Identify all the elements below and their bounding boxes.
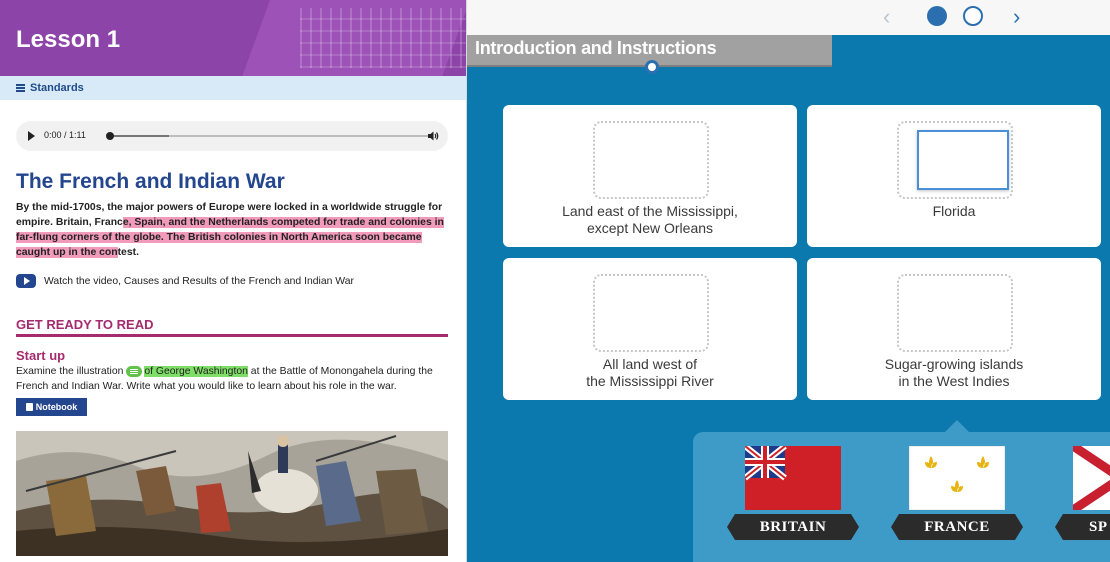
start-up-text: Examine the illustration: [16, 366, 127, 377]
territory-card-1: Land east of the Mississippi, except New…: [503, 105, 797, 247]
next-slide-icon[interactable]: ›: [1013, 6, 1020, 28]
france-label: FRANCE: [891, 514, 1023, 540]
territory-card-4: Sugar-growing islands in the West Indies: [807, 258, 1101, 400]
drop-zone-active[interactable]: [897, 121, 1013, 199]
territory-card-2: Florida: [807, 105, 1101, 247]
notebook-button[interactable]: Notebook: [16, 398, 87, 416]
drop-zone[interactable]: [593, 274, 709, 352]
drop-zone[interactable]: [897, 274, 1013, 352]
intro-paragraph: By the mid-1700s, the major powers of Eu…: [16, 200, 446, 260]
territory-label: Land east of the Mississippi, except New…: [562, 203, 738, 236]
get-ready-heading: GET READY TO READ: [16, 317, 448, 337]
banner-marker[interactable]: [645, 60, 659, 74]
banner-title: Introduction and Instructions: [475, 38, 717, 58]
slide-nav: ‹ ›: [467, 0, 1110, 35]
start-up-heading: Start up: [16, 348, 66, 363]
audio-player: 0:00 / 1:11: [16, 121, 448, 151]
audio-scrubber[interactable]: [106, 132, 114, 140]
tray-notch: [945, 420, 969, 432]
intro-text-end: test.: [117, 247, 139, 258]
video-link[interactable]: Watch the video, Causes and Results of t…: [16, 273, 354, 289]
audio-time: 0:00 / 1:11: [44, 130, 86, 140]
territory-label: Sugar-growing islands in the West Indies: [884, 356, 1024, 389]
territory-label: All land west of the Mississippi River: [586, 356, 714, 389]
standards-bar: Standards: [0, 76, 466, 100]
france-flag[interactable]: [909, 446, 1005, 510]
start-up-highlight[interactable]: of George Washington: [144, 366, 248, 377]
notebook-icon: [25, 403, 33, 411]
lesson-header: Lesson 1: [0, 0, 466, 76]
britain-flag[interactable]: [745, 446, 841, 510]
territory-card-3: All land west of the Mississippi River: [503, 258, 797, 400]
previous-slide-icon[interactable]: ‹: [883, 6, 890, 28]
page-title: The French and Indian War: [16, 170, 285, 193]
slide-dot-2[interactable]: [963, 6, 983, 26]
audio-buffer: [109, 135, 169, 137]
standards-link[interactable]: Standards: [16, 82, 84, 94]
play-icon[interactable]: [28, 131, 35, 141]
annotation-note-icon[interactable]: [126, 365, 143, 377]
lesson-panel: Lesson 1 Standards 0:00 / 1:11 The Frenc…: [0, 0, 467, 562]
standards-label: Standards: [30, 82, 84, 94]
battle-illustration: [16, 431, 448, 556]
header-pattern-lines: [300, 8, 466, 68]
slide-dot-1[interactable]: [927, 6, 947, 26]
list-icon: [16, 84, 25, 92]
territory-label: Florida: [932, 203, 976, 219]
volume-icon[interactable]: [427, 130, 439, 142]
start-up-paragraph: Examine the illustration of George Washi…: [16, 364, 446, 394]
spain-label: SP: [1055, 514, 1110, 540]
illustration-art: [16, 431, 448, 556]
drop-zone[interactable]: [593, 121, 709, 199]
activity-panel: ‹ › Introduction and Instructions Land e…: [467, 0, 1110, 562]
spain-flag[interactable]: [1073, 446, 1110, 510]
video-play-icon[interactable]: [16, 274, 36, 288]
britain-label: BRITAIN: [727, 514, 859, 540]
notebook-label: Notebook: [35, 402, 78, 412]
lesson-title: Lesson 1: [16, 26, 121, 53]
video-link-label[interactable]: Watch the video, Causes and Results of t…: [44, 276, 354, 287]
